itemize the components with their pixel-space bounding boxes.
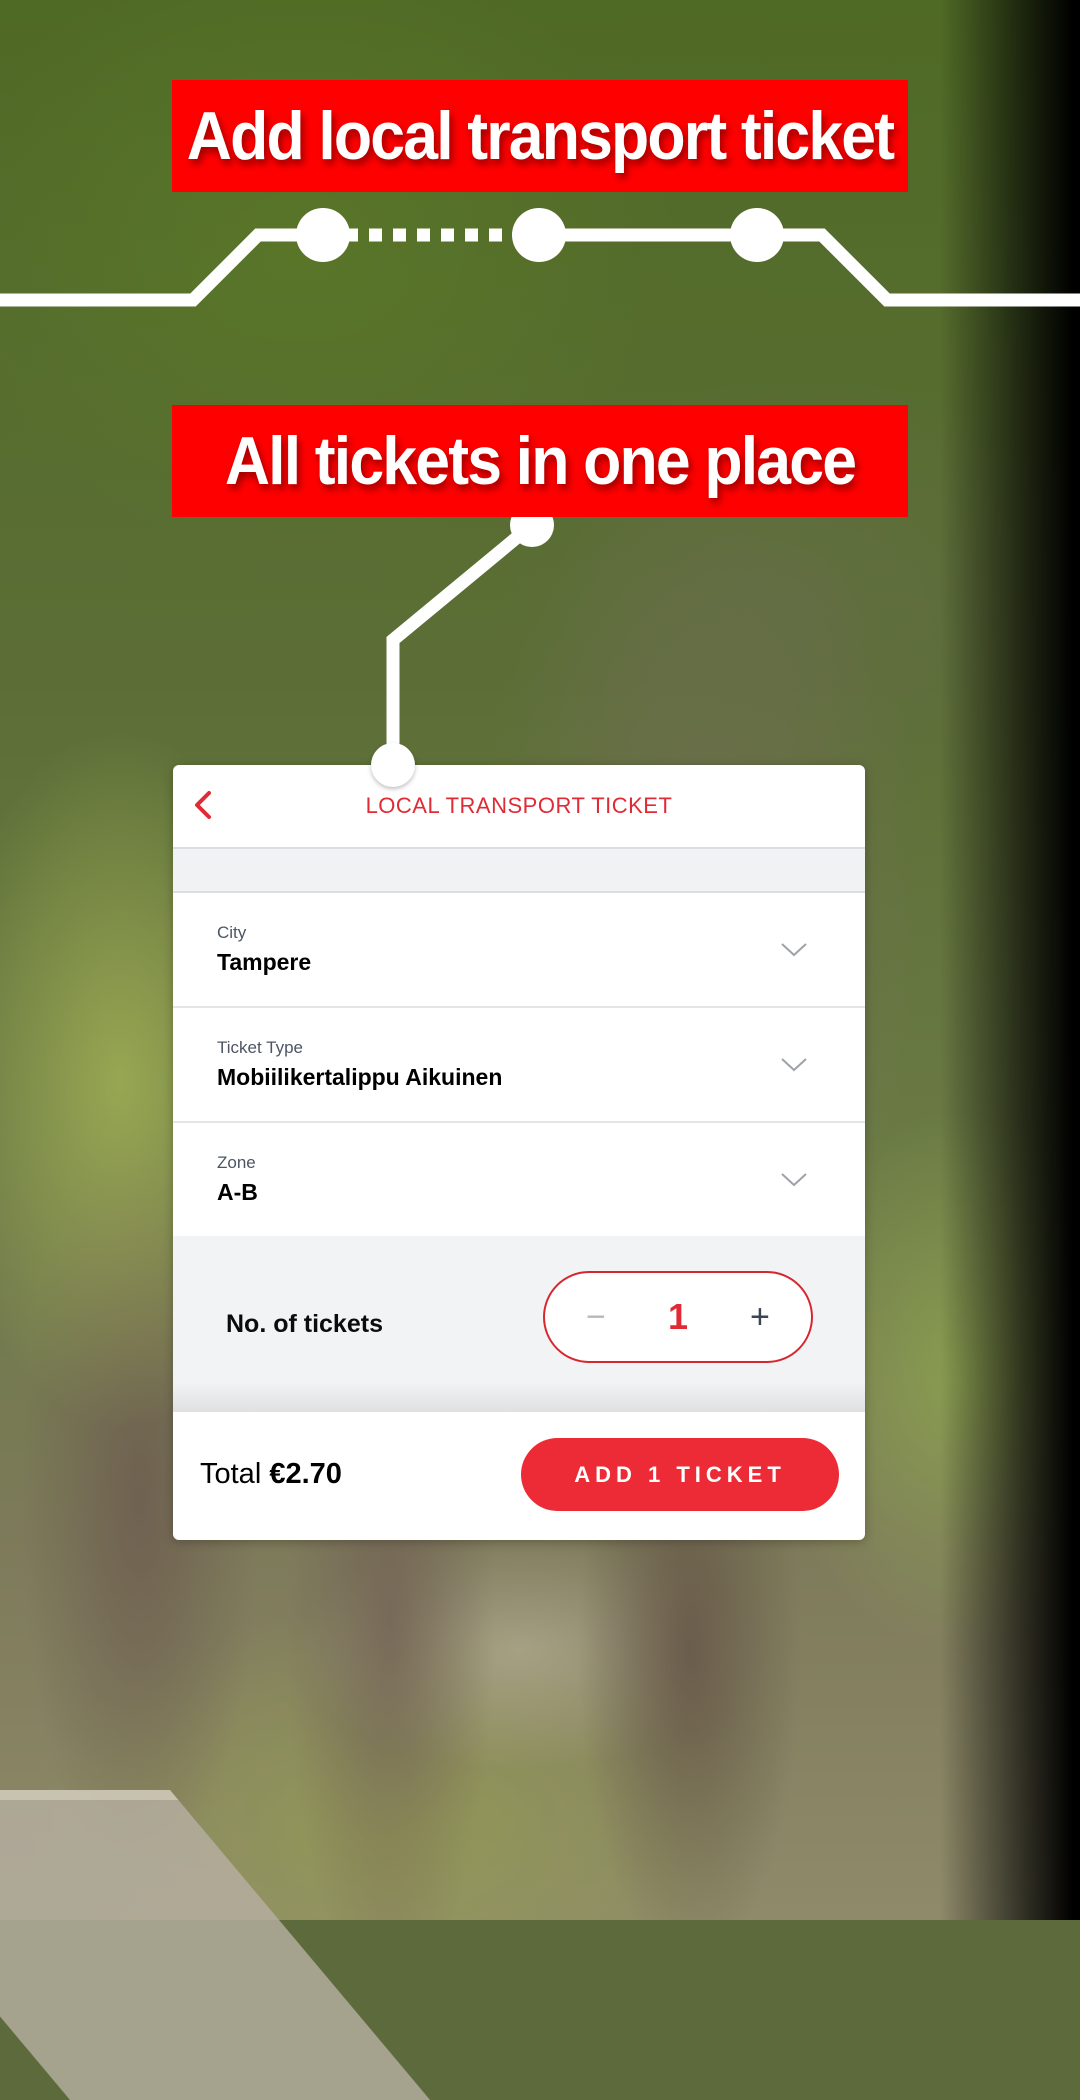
zone-value: A-B — [217, 1179, 258, 1205]
quantity-section: No. of tickets − 1 + — [173, 1236, 865, 1412]
add-ticket-button[interactable]: ADD 1 TICKET — [521, 1438, 839, 1511]
headline-middle-text: All tickets in one place — [224, 423, 857, 499]
screen-header: LOCAL TRANSPORT TICKET — [173, 765, 865, 849]
total-label: Total — [200, 1458, 262, 1490]
quantity-stepper[interactable]: − 1 + — [543, 1271, 813, 1363]
total-value: €2.70 — [269, 1458, 342, 1490]
screen-title: LOCAL TRANSPORT TICKET — [365, 793, 673, 818]
zone-label: Zone — [217, 1153, 256, 1172]
header-spacer — [173, 849, 865, 893]
ticket-screen-card: LOCAL TRANSPORT TICKET City Tampere Tick… — [173, 765, 865, 1540]
headline-top-text: Add local transport ticket — [186, 98, 895, 174]
chevron-down-icon — [781, 1172, 807, 1186]
zone-select[interactable]: Zone A-B — [173, 1123, 865, 1236]
background-vignette — [940, 0, 1080, 1920]
ticket-type-value: Mobiilikertalippu Aikuinen — [217, 1064, 503, 1090]
chevron-left-icon[interactable] — [187, 787, 223, 823]
city-label: City — [217, 923, 247, 942]
increment-button[interactable]: + — [730, 1298, 790, 1337]
headline-banner-middle: All tickets in one place — [172, 405, 908, 517]
city-select[interactable]: City Tampere — [173, 893, 865, 1008]
quantity-label: No. of tickets — [226, 1309, 383, 1338]
chevron-down-icon — [781, 942, 807, 956]
quantity-value: 1 — [667, 1296, 688, 1337]
headline-banner-top: Add local transport ticket — [172, 80, 908, 192]
ticket-type-select[interactable]: Ticket Type Mobiilikertalippu Aikuinen — [173, 1008, 865, 1123]
ticket-type-label: Ticket Type — [217, 1038, 303, 1057]
chevron-down-icon — [781, 1057, 807, 1071]
total-price: Total €2.70 — [200, 1458, 342, 1491]
city-value: Tampere — [217, 949, 312, 975]
checkout-footer: Total €2.70 ADD 1 TICKET — [173, 1412, 865, 1537]
decrement-button[interactable]: − — [566, 1298, 626, 1337]
